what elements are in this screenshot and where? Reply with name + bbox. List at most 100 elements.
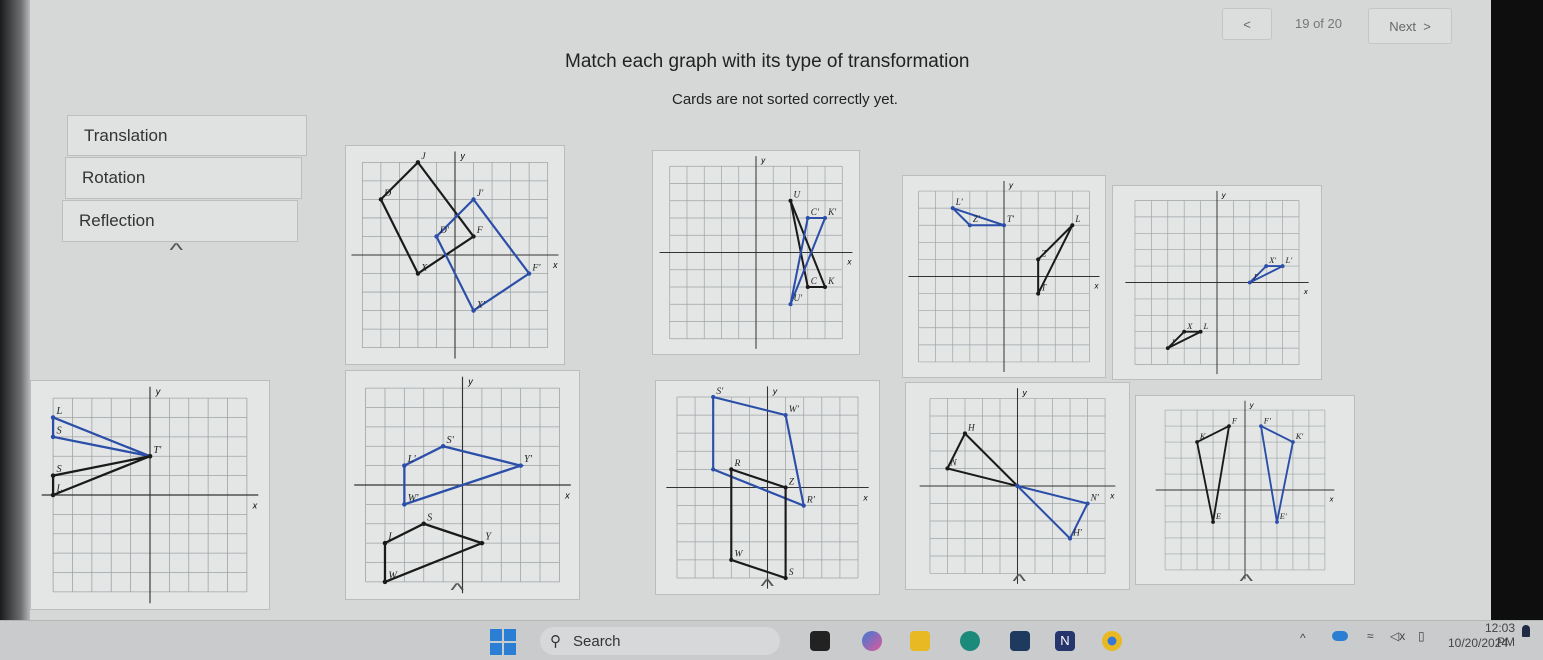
vertex-point <box>50 415 56 420</box>
vertex-label: C <box>811 276 818 286</box>
vertex-label: W' <box>789 404 800 415</box>
vertex-point <box>421 521 427 527</box>
vertex-point <box>382 540 388 546</box>
caret-up-icon[interactable]: ^ <box>169 240 183 261</box>
vertex-label: K' <box>1295 431 1304 441</box>
vertex-point <box>1291 440 1295 444</box>
edge-icon[interactable] <box>960 631 980 651</box>
vertex-point <box>1085 501 1090 506</box>
vertex-label: K <box>827 276 835 286</box>
chrome-icon[interactable] <box>1102 631 1122 651</box>
x-axis-label: x <box>252 501 258 511</box>
vertex-label: L <box>1074 214 1080 224</box>
file-explorer-icon[interactable] <box>910 631 930 651</box>
graph-card-3[interactable]: x y L' Z' T' L Z T <box>902 175 1106 378</box>
store-icon[interactable] <box>1010 631 1030 651</box>
vertex-label: L <box>1202 321 1208 331</box>
search-icon: ⚲ <box>550 633 561 650</box>
y-axis-label: y <box>1249 400 1255 409</box>
caret-up-icon[interactable]: ^ <box>1012 571 1026 592</box>
show-hidden-icons[interactable]: ^ <box>1300 631 1306 645</box>
vertex-label: L <box>387 532 394 543</box>
vertex-point <box>471 197 476 202</box>
vertex-label: S' <box>447 435 455 446</box>
vertex-point <box>402 502 407 507</box>
vertex-point <box>788 302 793 307</box>
graph-card-2[interactable]: x y U K C U' K' C' <box>652 150 860 355</box>
vertex-point <box>711 394 716 400</box>
vertex-point <box>440 443 446 449</box>
graph-card-8[interactable]: x y H N N' H' <box>905 382 1130 590</box>
vertex-label: S <box>427 512 432 523</box>
vertex-label: J' <box>1253 272 1259 282</box>
graph-card-9[interactable]: x y K F E K' F' E' <box>1135 395 1355 585</box>
y-axis-label: y <box>760 156 766 165</box>
vertex-label: T' <box>153 445 162 456</box>
vertex-point <box>1195 440 1199 444</box>
vertex-label: R <box>733 458 740 469</box>
battery-icon[interactable]: ▯ <box>1418 629 1425 643</box>
vertex-point <box>415 271 421 276</box>
y-axis-label: y <box>772 386 778 396</box>
graph-card-5[interactable]: x y L S T' S L <box>30 380 270 610</box>
vertex-label: X <box>1186 321 1193 331</box>
question-counter: 19 of 20 <box>1295 16 1342 31</box>
graph-card-7[interactable]: x y S' W' R' R Z S W <box>655 380 880 595</box>
notification-bell-icon[interactable] <box>1522 625 1530 637</box>
vertex-point <box>147 453 153 459</box>
vertex-label: D <box>383 188 391 199</box>
wifi-icon[interactable]: ≈ <box>1367 629 1374 643</box>
graph-card-6[interactable]: x y S' Y' W' L' S Y W L <box>345 370 580 600</box>
vertex-point <box>471 234 476 239</box>
vertex-label: H <box>967 423 976 433</box>
vertex-label: N' <box>1090 493 1100 503</box>
vertex-label: S <box>789 567 794 578</box>
category-rotation[interactable]: Rotation <box>65 157 302 199</box>
vertex-point <box>1264 264 1269 269</box>
vertex-point <box>945 466 950 471</box>
category-translation[interactable]: Translation <box>67 115 307 156</box>
search-box[interactable]: ⚲ Search <box>540 627 780 655</box>
vertex-label: H' <box>1072 528 1083 538</box>
vertex-point <box>1015 483 1020 489</box>
vertex-label: K' <box>827 207 837 217</box>
windows-start-icon[interactable] <box>490 629 516 655</box>
vertex-point <box>471 308 476 313</box>
caret-up-icon[interactable]: ^ <box>450 580 464 601</box>
vertex-label: U <box>794 190 802 200</box>
graph-card-1[interactable]: x y D J F X D' J' F' X' <box>345 145 565 365</box>
question-title: Match each graph with its type of transf… <box>565 51 970 72</box>
x-axis-label: x <box>1329 494 1334 503</box>
vertex-label: R' <box>806 494 816 505</box>
copilot-icon[interactable] <box>862 631 882 651</box>
vertex-label: L' <box>1285 255 1293 265</box>
vertex-label: S' <box>716 386 724 397</box>
x-axis-label: x <box>846 258 852 267</box>
vertex-point <box>1198 329 1203 334</box>
vertex-label: C' <box>811 207 820 217</box>
volume-muted-icon[interactable]: ◁x <box>1390 629 1405 643</box>
task-view-icon[interactable] <box>810 631 830 651</box>
y-axis-label: y <box>459 151 465 161</box>
taskbar: ⚲ Search N ^ ≈ ◁x ▯ 12:03 PM 10/20/2024 <box>0 620 1543 660</box>
vertex-point <box>1036 291 1041 296</box>
category-reflection[interactable]: Reflection <box>62 200 298 242</box>
vertex-point <box>1227 424 1231 428</box>
screen-bezel-left <box>0 0 30 620</box>
next-button[interactable]: Next > <box>1368 8 1452 44</box>
onenote-icon[interactable]: N <box>1055 631 1075 651</box>
vertex-point <box>1070 223 1075 228</box>
vertex-label: E' <box>1279 511 1287 521</box>
x-axis-label: x <box>564 491 570 501</box>
clock-date[interactable]: 10/20/2024 <box>1448 636 1508 650</box>
vertex-label: S <box>57 464 62 475</box>
caret-up-icon[interactable]: ^ <box>760 576 774 597</box>
vertex-label: W' <box>408 493 420 504</box>
previous-button[interactable]: < <box>1222 8 1272 40</box>
caret-up-icon[interactable]: ^ <box>1239 571 1253 592</box>
vertex-point <box>526 271 532 276</box>
graph-card-4[interactable]: x y X' L' J' X L J <box>1112 185 1322 380</box>
vertex-point <box>783 575 788 581</box>
onedrive-icon[interactable] <box>1332 631 1348 641</box>
vertex-point <box>711 467 716 472</box>
